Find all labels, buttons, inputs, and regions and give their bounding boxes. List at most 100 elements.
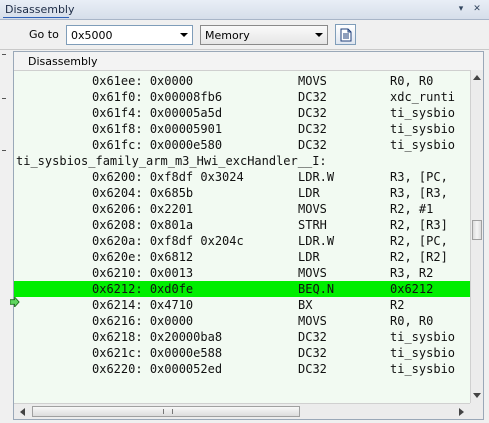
instruction-operands: R3, [PC, [390,170,448,184]
instruction-row[interactable]: 0x61f0: 0x00008fb6 DC32 xdc_runti [14,89,470,105]
instruction-row[interactable]: 0x6218: 0x20000ba8 DC32 ti_sysbio [14,329,470,345]
instruction-address-and-code: 0x621c: 0x0000e588 [92,345,222,361]
instruction-address: 0x6206: [92,202,143,216]
instruction-row[interactable]: 0x6210: 0x0013 MOVS R3, R2 [14,265,470,281]
instruction-address-and-code: 0x6210: 0x0013 [92,265,193,281]
dock-tick [2,98,6,99]
instruction-operands: R3, R2 [390,266,434,280]
instruction-row[interactable]: 0x61fc: 0x0000e580 DC32 ti_sysbio [14,137,470,153]
document-icon [340,28,352,42]
instruction-row[interactable]: 0x61f8: 0x00005901 DC32 ti_sysbio [14,121,470,137]
scroll-down-icon[interactable] [473,393,481,398]
instruction-mnemonic: DC32 [298,330,327,344]
scroll-right-icon[interactable] [459,408,464,416]
instruction-address-and-code: 0x61fc: 0x0000e580 [92,137,222,153]
pin-icon[interactable]: ▾ [456,4,466,14]
instruction-address: 0x6216: [92,314,143,328]
instruction-row[interactable]: 0x6214: 0x4710 BX R2 [14,297,470,313]
instruction-operands: R2, [R3] [390,218,448,232]
instruction-mnemonic: DC32 [298,90,327,104]
instruction-address: 0x61f4: [92,106,143,120]
window-titlebar: Disassembly ▾ ✕ [0,0,489,20]
chevron-down-icon[interactable] [180,33,188,37]
instruction-code: 0x6812 [149,250,194,264]
instruction-mnemonic: MOVS [298,266,327,280]
view-mode-value[interactable]: Memory [205,29,250,42]
instruction-address: 0x620a: [92,234,143,248]
instruction-address-and-code: 0x61ee: 0x0000 [92,73,193,89]
horizontal-scrollbar[interactable] [14,403,470,419]
instruction-address: 0x6200: [92,170,143,184]
instruction-operands: ti_sysbio [390,106,456,120]
instruction-row[interactable]: 0x6216: 0x0000 MOVS R0, R0 [14,313,470,329]
instruction-address-and-code: 0x6206: 0x2201 [92,201,193,217]
instruction-address-and-code: 0x620e: 0x6812 [92,249,193,265]
symbol-label-row[interactable]: ti_sysbios_family_arm_m3_Hwi_excHandler_… [14,153,470,169]
instruction-code: 0x0013 [149,266,194,280]
instruction-row[interactable]: 0x621c: 0x0000e588 DC32 ti_sysbio [14,345,470,361]
instruction-code: 0x0000e580 [149,138,223,152]
instruction-operands: R0, R0 [390,74,434,88]
instruction-operands: R2, [PC, [390,234,448,248]
instruction-code: 0x801a [149,218,194,232]
instruction-mnemonic: DC32 [298,106,327,120]
goto-address-combobox[interactable]: 0x5000 [66,25,193,45]
instruction-row[interactable]: 0x6204: 0x685b LDR R3, [R3, [14,185,470,201]
instruction-mnemonic: BX [298,298,313,312]
instruction-row[interactable]: 0x61ee: 0x0000 MOVS R0, R0 [14,73,470,89]
instruction-operands: ti_sysbio [390,362,456,376]
current-instruction-row[interactable]: 0x6212: 0xd0fe BEQ.N 0x6212 [14,281,470,297]
instruction-address-and-code: 0x6216: 0x0000 [92,313,193,329]
instruction-row[interactable]: 0x6220: 0x000052ed DC32 ti_sysbio [14,361,470,377]
horizontal-scroll-thumb[interactable] [32,406,300,417]
instruction-address-and-code: 0x6204: 0x685b [92,185,193,201]
instruction-operands: ti_sysbio [390,122,456,136]
view-mode-select[interactable]: Memory [200,25,328,45]
instruction-row[interactable]: 0x620a: 0xf8df 0x204c LDR.W R2, [PC, [14,233,470,249]
instruction-code: 0xf8df 0x3024 [149,170,244,184]
instruction-address-and-code: 0x61f4: 0x00005a5d [92,105,222,121]
instruction-code: 0x000052ed [149,362,223,376]
instruction-operands: R2 [390,298,405,312]
instruction-mnemonic: LDR [298,250,320,264]
instruction-row[interactable]: 0x61f4: 0x00005a5d DC32 ti_sysbio [14,105,470,121]
instruction-mnemonic: DC32 [298,362,327,376]
vertical-scroll-thumb[interactable] [472,220,482,240]
scroll-left-icon[interactable] [20,408,25,416]
instruction-code: 0x00005901 [149,122,223,136]
goto-address-value[interactable]: 0x5000 [71,29,113,42]
instruction-operands: R3, [R3, [390,186,448,200]
instruction-operands: R0, R0 [390,314,434,328]
instruction-mnemonic: STRH [298,218,327,232]
instruction-address-and-code: 0x6214: 0x4710 [92,297,193,313]
instruction-operands: 0x6212 [390,282,434,296]
chevron-down-icon[interactable] [315,33,323,37]
instruction-address: 0x6212: [92,282,143,296]
left-dock-strip [0,50,10,423]
scroll-up-icon[interactable] [473,75,481,80]
instruction-address: 0x6218: [92,330,143,344]
instruction-operands: R2, #1 [390,202,434,216]
vertical-scrollbar[interactable] [470,70,483,403]
disassembly-listing[interactable]: 0x61ee: 0x0000 MOVS R0, R0 0x61f0: 0x00008f… [14,70,470,403]
pane-header: Disassembly [14,52,483,71]
instruction-row[interactable]: 0x6200: 0xf8df 0x3024 LDR.W R3, [PC, [14,169,470,185]
instruction-address-and-code: 0x6200: 0xf8df 0x3024 [92,169,244,185]
instruction-mnemonic: DC32 [298,138,327,152]
instruction-operands: xdc_runti [390,90,456,104]
instruction-operands: R2, [R2] [390,250,448,264]
instruction-code: 0x00005a5d [149,106,223,120]
instruction-row[interactable]: 0x620e: 0x6812 LDR R2, [R2] [14,249,470,265]
instruction-row[interactable]: 0x6208: 0x801a STRH R2, [R3] [14,217,470,233]
instruction-code: 0xd0fe [149,282,194,296]
close-icon[interactable]: ✕ [472,4,482,14]
instruction-code: 0xf8df 0x204c [149,234,244,248]
instruction-address: 0x61ee: [92,74,143,88]
symbol-label: ti_sysbios_family_arm_m3_Hwi_excHandler_… [16,154,327,168]
instruction-row[interactable]: 0x6206: 0x2201 MOVS R2, #1 [14,201,470,217]
scroll-grip [163,409,173,414]
toggle-source-button[interactable] [335,24,356,45]
instruction-address-and-code: 0x6212: 0xd0fe [92,281,193,297]
toolbar: Go to 0x5000 Memory [0,20,489,50]
current-pc-arrow-icon [10,297,20,307]
